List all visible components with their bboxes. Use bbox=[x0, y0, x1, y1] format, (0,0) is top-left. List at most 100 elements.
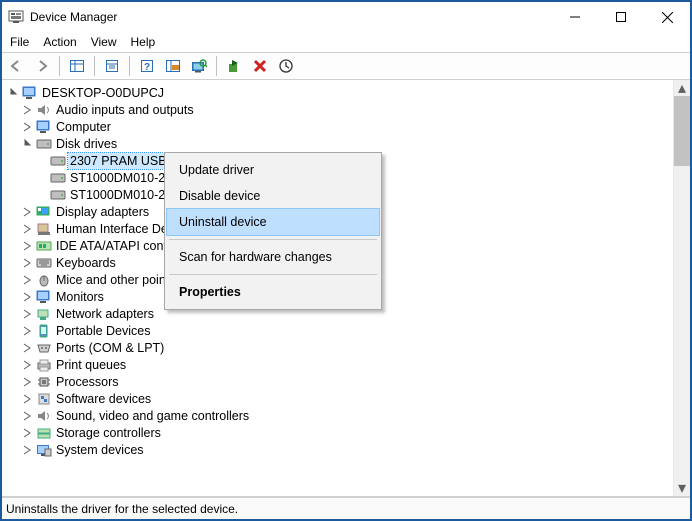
menu-action[interactable]: Action bbox=[43, 35, 76, 49]
expander-closed-icon[interactable] bbox=[20, 409, 34, 423]
expander-closed-icon[interactable] bbox=[20, 256, 34, 270]
expander-closed-icon[interactable] bbox=[20, 324, 34, 338]
back-button[interactable] bbox=[4, 54, 28, 78]
content-area: DESKTOP-O0DUPCJ Audio inputs and outputs… bbox=[2, 80, 690, 497]
sound-icon bbox=[34, 409, 54, 423]
expander-open-icon[interactable] bbox=[20, 137, 34, 151]
expander-closed-icon[interactable] bbox=[20, 239, 34, 253]
status-bar: Uninstalls the driver for the selected d… bbox=[2, 497, 690, 519]
tree-label: Sound, video and game controllers bbox=[54, 408, 251, 424]
ctx-update-driver[interactable]: Update driver bbox=[167, 157, 379, 183]
tree-item-system[interactable]: System devices bbox=[6, 441, 673, 458]
tree-label: Software devices bbox=[54, 391, 153, 407]
menu-bar: File Action View Help bbox=[2, 32, 690, 52]
tree-label: Keyboards bbox=[54, 255, 118, 271]
tree-item-printq[interactable]: Print queues bbox=[6, 356, 673, 373]
forward-button[interactable] bbox=[30, 54, 54, 78]
tree-label: Ports (COM & LPT) bbox=[54, 340, 166, 356]
uninstall-button[interactable] bbox=[248, 54, 272, 78]
disk-icon bbox=[48, 155, 68, 167]
device-tree[interactable]: DESKTOP-O0DUPCJ Audio inputs and outputs… bbox=[2, 80, 673, 496]
ports-icon bbox=[34, 342, 54, 354]
expander-closed-icon[interactable] bbox=[20, 120, 34, 134]
menu-view[interactable]: View bbox=[91, 35, 117, 49]
close-button[interactable] bbox=[644, 2, 690, 32]
computer-icon bbox=[20, 86, 40, 100]
expander-closed-icon[interactable] bbox=[20, 443, 34, 457]
expander-closed-icon[interactable] bbox=[20, 273, 34, 287]
software-icon bbox=[34, 392, 54, 406]
tree-item-disk-drives[interactable]: Disk drives bbox=[6, 135, 673, 152]
tree-label: Portable Devices bbox=[54, 323, 153, 339]
expander-closed-icon[interactable] bbox=[20, 375, 34, 389]
ctx-scan-hardware[interactable]: Scan for hardware changes bbox=[167, 244, 379, 270]
disable-button[interactable] bbox=[274, 54, 298, 78]
monitor-icon bbox=[34, 290, 54, 304]
ctx-properties[interactable]: Properties bbox=[167, 279, 379, 305]
tree-item-ports[interactable]: Ports (COM & LPT) bbox=[6, 339, 673, 356]
menu-help[interactable]: Help bbox=[131, 35, 156, 49]
tree-label: Network adapters bbox=[54, 306, 156, 322]
tree-item-storage[interactable]: Storage controllers bbox=[6, 424, 673, 441]
ctx-uninstall-device[interactable]: Uninstall device bbox=[167, 209, 379, 235]
scrollbar-thumb[interactable] bbox=[674, 96, 690, 166]
audio-icon bbox=[34, 103, 54, 117]
ide-icon bbox=[34, 239, 54, 253]
system-icon bbox=[34, 443, 54, 457]
expander-closed-icon[interactable] bbox=[20, 307, 34, 321]
tree-label: Monitors bbox=[54, 289, 106, 305]
tree-item-audio[interactable]: Audio inputs and outputs bbox=[6, 101, 673, 118]
scrollbar-up-arrow[interactable]: ▴ bbox=[674, 80, 690, 96]
tree-label: Computer bbox=[54, 119, 113, 135]
expander-closed-icon[interactable] bbox=[20, 341, 34, 355]
tree-item-portable[interactable]: Portable Devices bbox=[6, 322, 673, 339]
expander-closed-icon[interactable] bbox=[20, 290, 34, 304]
expander-closed-icon[interactable] bbox=[20, 205, 34, 219]
tree-item-sound[interactable]: Sound, video and game controllers bbox=[6, 407, 673, 424]
tree-item-processors[interactable]: Processors bbox=[6, 373, 673, 390]
hid-icon bbox=[34, 222, 54, 236]
expander-open-icon[interactable] bbox=[6, 86, 20, 100]
tree-item-computer[interactable]: Computer bbox=[6, 118, 673, 135]
portable-icon bbox=[34, 324, 54, 338]
scrollbar-down-arrow[interactable]: ▾ bbox=[674, 480, 690, 496]
ctx-separator bbox=[169, 239, 377, 240]
toolbar-separator bbox=[216, 56, 217, 76]
ctx-disable-device[interactable]: Disable device bbox=[167, 183, 379, 209]
window-title: Device Manager bbox=[30, 10, 552, 24]
scan-hardware-button[interactable] bbox=[187, 54, 211, 78]
expander-closed-icon[interactable] bbox=[20, 103, 34, 117]
expander-closed-icon[interactable] bbox=[20, 426, 34, 440]
expander-closed-icon[interactable] bbox=[20, 392, 34, 406]
action-button[interactable] bbox=[161, 54, 185, 78]
maximize-button[interactable] bbox=[598, 2, 644, 32]
ctx-separator bbox=[169, 274, 377, 275]
update-driver-button[interactable] bbox=[222, 54, 246, 78]
svg-text:?: ? bbox=[144, 62, 150, 73]
expander-closed-icon[interactable] bbox=[20, 222, 34, 236]
minimize-button[interactable] bbox=[552, 2, 598, 32]
tree-label: Print queues bbox=[54, 357, 128, 373]
tree-item-software[interactable]: Software devices bbox=[6, 390, 673, 407]
expander-closed-icon[interactable] bbox=[20, 358, 34, 372]
tree-label: Processors bbox=[54, 374, 121, 390]
vertical-scrollbar[interactable]: ▴ ▾ bbox=[673, 80, 690, 496]
disk-icon bbox=[34, 138, 54, 150]
cpu-icon bbox=[34, 375, 54, 389]
tree-label: DESKTOP-O0DUPCJ bbox=[40, 85, 166, 101]
help-button[interactable]: ? bbox=[135, 54, 159, 78]
show-hide-tree-button[interactable] bbox=[65, 54, 89, 78]
properties-button[interactable] bbox=[100, 54, 124, 78]
tree-label: Audio inputs and outputs bbox=[54, 102, 196, 118]
menu-file[interactable]: File bbox=[10, 35, 29, 49]
disk-icon bbox=[48, 172, 68, 184]
toolbar: ? bbox=[2, 52, 690, 80]
storage-icon bbox=[34, 426, 54, 440]
status-text: Uninstalls the driver for the selected d… bbox=[6, 502, 244, 516]
context-menu: Update driver Disable device Uninstall d… bbox=[164, 152, 382, 310]
toolbar-separator bbox=[59, 56, 60, 76]
title-bar: Device Manager bbox=[2, 2, 690, 32]
tree-root[interactable]: DESKTOP-O0DUPCJ bbox=[6, 84, 673, 101]
tree-label: Disk drives bbox=[54, 136, 119, 152]
tree-label: System devices bbox=[54, 442, 146, 458]
